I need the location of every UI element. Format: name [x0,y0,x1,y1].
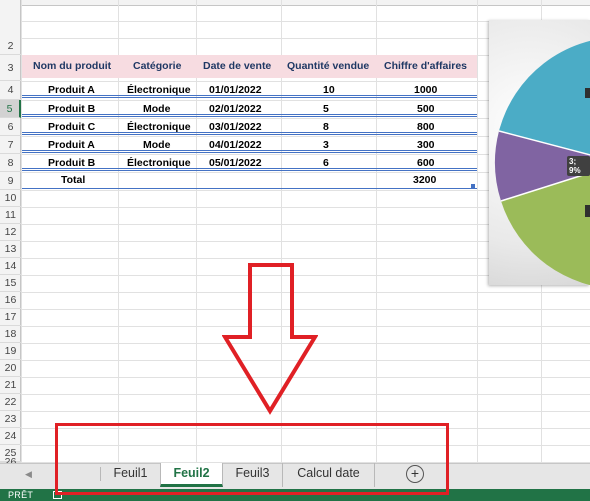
row-header-11[interactable]: 11 [0,207,21,224]
cell-date[interactable]: 05/01/2022 [209,155,262,172]
cell-date[interactable]: 03/01/2022 [209,119,262,136]
cell-produit[interactable]: Produit C [48,119,95,136]
data-label-edge [585,205,590,217]
cell-quantite[interactable]: 6 [323,155,329,172]
cell-categorie[interactable]: Électronique [127,119,191,136]
row-header-9[interactable]: 9 [0,172,21,190]
cell-chiffre[interactable]: 800 [417,119,435,136]
row-header-8[interactable]: 8 [0,154,21,172]
cell-produit[interactable]: Produit A [48,137,95,154]
row-header-17[interactable]: 17 [0,309,21,326]
row-headers[interactable]: 2 3 4 5 6 7 8 9 10 11 12 13 14 15 16 17 18 19 20 21 22 23 24 25… [0,0,21,467]
row-header-10[interactable]: 10 [0,190,21,207]
header-chiffre-affaires[interactable]: Chiffre d'affaires [384,60,467,72]
pie-data-label[interactable]: 3; 9% [567,156,590,176]
table-resize-handle[interactable] [471,184,475,188]
row-header-3[interactable]: 3 [0,55,21,81]
row-header-23[interactable]: 23 [0,411,21,428]
cell-produit[interactable]: Produit B [48,101,95,118]
row-header-5[interactable]: 5 [0,100,21,118]
cell-quantite[interactable]: 10 [323,82,335,99]
row-header-24[interactable]: 24 [0,428,21,445]
tab-scroll-left-icon[interactable]: ◀ [25,469,32,480]
header-quantite[interactable]: Quantité vendue [287,60,369,72]
row-header-19[interactable]: 19 [0,343,21,360]
row-header-20[interactable]: 20 [0,360,21,377]
cell-quantite[interactable]: 8 [323,119,329,136]
row-header-16[interactable]: 16 [0,292,21,309]
cell-quantite[interactable]: 5 [323,101,329,118]
row-header-14[interactable]: 14 [0,258,21,275]
row-header-21[interactable]: 21 [0,377,21,394]
cell-categorie[interactable]: Mode [143,137,170,154]
annotation-arrow-icon [222,263,318,415]
cell-total-value[interactable]: 3200 [413,172,436,189]
cell-date[interactable]: 04/01/2022 [209,137,262,154]
row-header-2[interactable]: 2 [0,38,21,55]
cell-chiffre[interactable]: 300 [417,137,435,154]
table-total-row[interactable] [22,172,477,189]
row-header-22[interactable]: 22 [0,394,21,411]
row-header-6[interactable]: 6 [0,118,21,136]
cell-quantite[interactable]: 3 [323,137,329,154]
row-header-13[interactable]: 13 [0,241,21,258]
row-header-12[interactable]: 12 [0,224,21,241]
cell-categorie[interactable]: Mode [143,101,170,118]
cell-categorie[interactable]: Électronique [127,82,191,99]
cell-chiffre[interactable]: 500 [417,101,435,118]
pie-chart-graphic [495,40,590,285]
cell-produit[interactable]: Produit B [48,155,95,172]
status-mode: PRÊT [8,490,34,500]
cell-chiffre[interactable]: 600 [417,155,435,172]
row-header-4[interactable]: 4 [0,81,21,100]
row-header-15[interactable]: 15 [0,275,21,292]
annotation-highlight-box [55,423,449,495]
header-date-vente[interactable]: Date de vente [203,60,271,72]
cell-chiffre[interactable]: 1000 [414,82,437,99]
cell-categorie[interactable]: Électronique [127,155,191,172]
data-label-edge [585,88,590,98]
cell-total-label[interactable]: Total [61,172,85,189]
cell-date[interactable]: 02/01/2022 [209,101,262,118]
cell-date[interactable]: 01/01/2022 [209,82,262,99]
row-header-7[interactable]: 7 [0,136,21,154]
pie-chart[interactable] [489,20,590,285]
row-header-18[interactable]: 18 [0,326,21,343]
header-nom-produit[interactable]: Nom du produit [33,60,111,72]
cell-produit[interactable]: Produit A [48,82,95,99]
header-categorie[interactable]: Catégorie [133,60,181,72]
